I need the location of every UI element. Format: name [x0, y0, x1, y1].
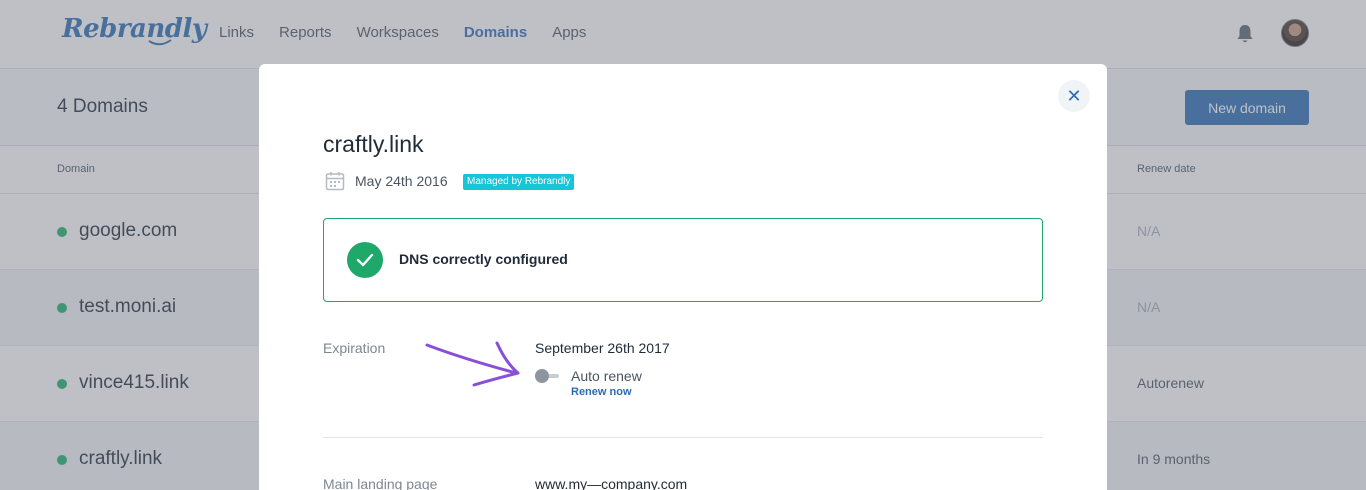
expiration-label: Expiration	[323, 340, 386, 356]
main-landing-page-label: Main landing page	[323, 476, 438, 490]
auto-renew-toggle[interactable]	[535, 369, 559, 383]
auto-renew-label: Auto renew	[571, 368, 642, 384]
check-icon	[347, 242, 383, 278]
created-date: May 24th 2016	[355, 173, 448, 189]
managed-badge: Managed by Rebrandly	[463, 174, 575, 190]
toggle-knob	[535, 369, 549, 383]
expiration-date: September 26th 2017	[535, 340, 670, 356]
renew-now-link[interactable]: Renew now	[571, 386, 632, 398]
main-landing-page-value: www.my—company.com	[535, 476, 688, 490]
close-icon[interactable]: ✕	[1058, 80, 1090, 112]
dns-status-panel: DNS correctly configured	[323, 218, 1043, 302]
calendar-icon	[325, 172, 345, 191]
modal-title: craftly.link	[323, 131, 424, 157]
divider	[323, 437, 1043, 438]
dns-status-text: DNS correctly configured	[399, 251, 568, 267]
domain-details-modal: ✕ craftly.link May 24th 2016 Managed by …	[259, 64, 1107, 490]
annotation-arrow-icon	[425, 341, 520, 387]
